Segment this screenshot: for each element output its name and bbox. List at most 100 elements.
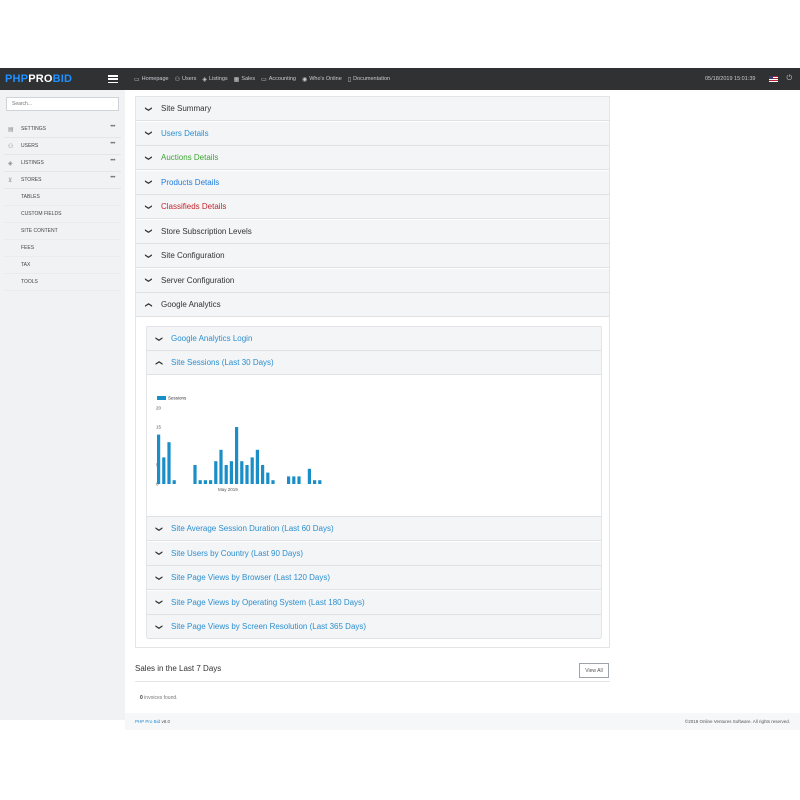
nav-accounting[interactable]: ▭ Accounting [261,76,296,83]
accordion-site-summary[interactable]: ❯ Site Summary [136,97,609,121]
accordion-classifieds-details[interactable]: ❯ Classifieds Details [136,195,609,219]
analytics-label: Site Page Views by Screen Resolution (La… [171,622,367,631]
top-right: 05/18/2019 15:01:39 ⏻ [705,68,792,90]
sidebar: ▤ SETTINGS ••• ⚇ USERS ••• ◈ LISTINGS ••• ⊻ STO… [0,90,125,720]
accordion-label: Auctions Details [161,153,219,162]
chevron-down-icon: ❯ [155,574,162,581]
accordion-site-configuration[interactable]: ❯ Site Configuration [136,244,609,268]
chart-bar [162,457,166,484]
footer: PHP Pro Bid v8.0 ©2019 Online Ventures S… [125,713,800,730]
chart-bar [198,480,202,484]
brand-logo-part2: PRO [28,73,53,85]
more-icon[interactable]: ••• [110,175,115,181]
analytics-label: Site Page Views by Browser (Last 120 Day… [171,573,331,582]
y-tick-label: 15 [156,425,162,430]
nav-sales[interactable]: ▦ Sales [234,76,255,83]
sidebar-item-fees[interactable]: FEES [4,240,121,257]
footer-product-link[interactable]: PHP Pro Bid [135,719,160,724]
sidebar-search-input[interactable] [6,97,119,111]
accordion-label: Classifieds Details [161,202,227,211]
chart-bar [157,434,161,484]
sidebar-item-label: LISTINGS [21,160,44,166]
analytics-page-views-by-browser[interactable]: ❯ Site Page Views by Browser (Last 120 Da… [147,566,601,590]
chart-bar [313,480,317,484]
desktop-icon: ▭ [134,76,140,83]
accordion-google-analytics[interactable]: ❯ Google Analytics [136,293,609,317]
accordion-label: Site Configuration [161,251,225,260]
chart-bar [203,480,207,484]
nav-sales-label: Sales [241,76,256,82]
chevron-down-icon: ❯ [144,179,152,185]
sidebar-item-site-content[interactable]: SITE CONTENT [4,223,121,240]
invoice-count: 0 [140,695,143,701]
nav-users-label: Users [181,76,197,82]
sidebar-item-settings[interactable]: ▤ SETTINGS ••• [4,121,121,138]
analytics-site-sessions[interactable]: ❯ Site Sessions (Last 30 Days) [147,351,601,375]
chevron-down-icon: ❯ [155,623,162,630]
nav-whos-online-label: Who's Online [309,76,342,82]
sidebar-item-tables[interactable]: TABLES [4,189,121,206]
chevron-down-icon: ❯ [144,105,152,112]
us-flag-icon[interactable] [769,76,779,82]
analytics-users-by-country[interactable]: ❯ Site Users by Country (Last 90 Days) [147,541,601,566]
analytics-label: Google Analytics Login [171,334,253,343]
nav-users[interactable]: ⚇ Users [175,76,197,83]
sidebar-item-users[interactable]: ⚇ USERS ••• [4,138,121,155]
nav-whos-online[interactable]: ◉ Who's Online [302,76,342,83]
brand: PHPPROBID [0,68,125,90]
accordion-users-details[interactable]: ❯ Users Details [136,121,609,146]
chevron-down-icon: ❯ [144,130,152,136]
sidebar-item-custom-fields[interactable]: CUSTOM FIELDS [4,206,121,223]
hamburger-menu-icon[interactable] [108,75,118,83]
listings-icon: ◈ [8,160,13,167]
divider [135,681,610,682]
nav-homepage[interactable]: ▭ Homepage [134,76,169,83]
accordion-store-subscription-levels[interactable]: ❯ Store Subscription Levels [136,219,609,244]
chevron-down-icon: ❯ [155,599,162,605]
accordion-auctions-details[interactable]: ❯ Auctions Details [136,146,609,170]
legend-label: Sessions [168,396,187,401]
more-icon[interactable]: ••• [110,158,115,164]
sessions-chart: Sessions051520May 2019 [156,396,322,492]
top-nav: ▭ Homepage ⚇ Users ◈ Listings ▦ Sales ▭ Accou… [125,68,396,90]
y-tick-label: 20 [156,406,162,411]
footer-version: PHP Pro Bid v8.0 [135,719,170,724]
analytics-page-views-by-os[interactable]: ❯ Site Page Views by Operating System (La… [147,590,601,615]
money-icon: ▭ [261,76,267,83]
nav-listings[interactable]: ◈ Listings [202,76,227,83]
sidebar-item-tools[interactable]: TOOLS [4,274,121,291]
brand-logo-part1: PHP [5,73,29,85]
chart-bar [271,480,275,484]
more-icon[interactable]: ••• [110,124,115,130]
sidebar-item-listings[interactable]: ◈ LISTINGS ••• [4,155,121,172]
sidebar-item-stores[interactable]: ⊻ STORES ••• [4,172,121,189]
brand-logo-part3: BID [52,73,73,85]
settings-icon: ▤ [8,126,14,133]
dashboard-accordion: ❯ Site Summary ❯ Users Details ❯ Auctions D… [135,96,610,648]
nav-documentation[interactable]: ▯ Documentation [348,76,390,83]
analytics-avg-session-duration[interactable]: ❯ Site Average Session Duration (Last 60 … [147,517,601,541]
power-icon[interactable]: ⏻ [786,75,792,83]
nav-homepage-label: Homepage [141,76,169,82]
view-all-button[interactable]: View All [579,663,609,678]
accordion-products-details[interactable]: ❯ Products Details [136,170,609,195]
chart-bar [172,480,176,484]
analytics-label: Site Page Views by Operating System (Las… [171,597,365,607]
analytics-page-views-by-resolution[interactable]: ❯ Site Page Views by Screen Resolution (L… [147,615,601,639]
chevron-up-icon: ❯ [156,359,163,366]
sidebar-item-label: STORES [21,177,42,183]
accordion-label: Users Details [161,128,209,138]
accordion-server-configuration[interactable]: ❯ Server Configuration [136,268,609,293]
chart-bar [214,461,218,484]
chart-bar [209,480,213,484]
sidebar-item-label: SETTINGS [21,126,47,132]
sidebar-item-tax[interactable]: TAX [4,257,121,274]
more-icon[interactable]: ••• [110,141,115,147]
analytics-login[interactable]: ❯ Google Analytics Login [147,327,601,351]
brand-logo[interactable]: PHPPROBID [5,73,72,85]
sales-section-title: Sales in the Last 7 Days [135,664,222,673]
sessions-chart-panel: Sessions051520May 2019 [147,375,601,517]
signal-icon: ◉ [301,76,308,83]
nav-accounting-label: Accounting [268,76,296,82]
chart-bar [224,465,228,484]
